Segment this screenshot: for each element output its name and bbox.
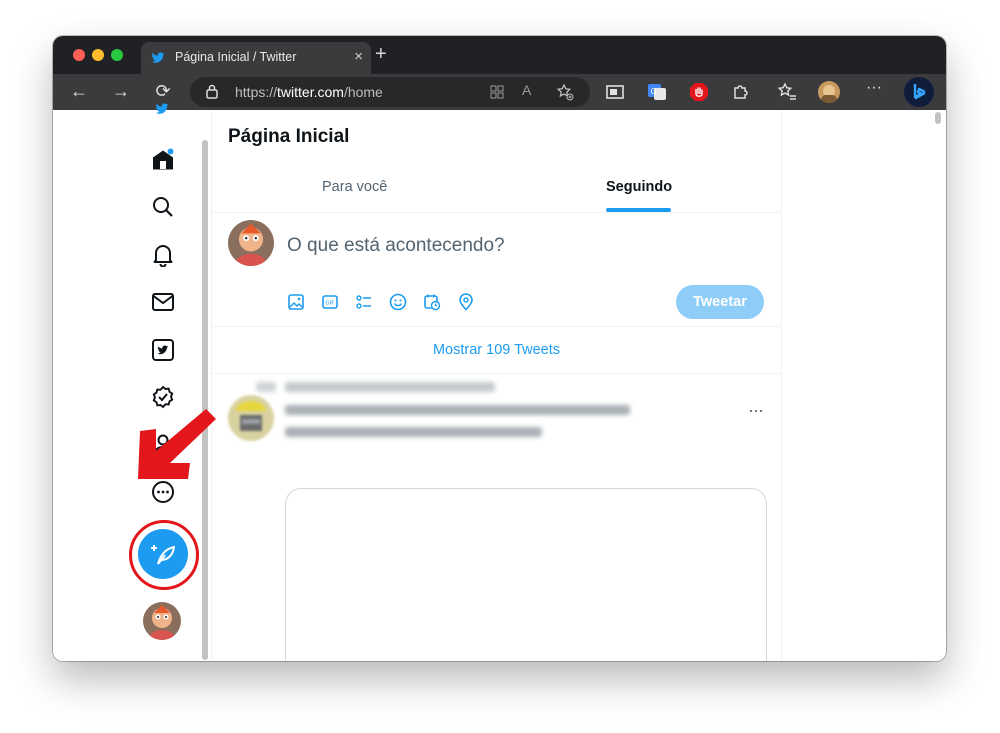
svg-text:G: G <box>651 87 657 96</box>
avatar-image <box>228 220 274 266</box>
tabs-divider <box>212 212 781 213</box>
tweet-media-card[interactable] <box>285 488 767 661</box>
annotation-highlight-circle <box>129 520 199 590</box>
account-avatar[interactable] <box>143 602 181 640</box>
home-icon[interactable] <box>151 148 175 172</box>
main-right-divider <box>781 110 782 661</box>
twitter-page: Página Inicial Para você Seguindo O que … <box>53 103 946 661</box>
browser-tab[interactable]: Página Inicial / Twitter × <box>141 42 371 74</box>
media-icon[interactable] <box>287 293 305 311</box>
profile-avatar[interactable] <box>818 81 840 103</box>
poll-icon[interactable] <box>355 293 373 311</box>
new-tab-button[interactable]: + <box>375 43 387 66</box>
page-scrollbar[interactable] <box>935 112 941 124</box>
favorites-icon[interactable] <box>777 82 797 102</box>
twitter-blue-icon[interactable] <box>151 338 175 362</box>
forward-button[interactable]: → <box>110 81 132 102</box>
tab-for-you[interactable]: Para você <box>322 179 387 195</box>
compose-divider <box>212 326 781 327</box>
picture-in-picture-icon[interactable] <box>605 82 625 102</box>
emoji-icon[interactable] <box>389 293 407 311</box>
notifications-icon[interactable] <box>151 243 175 267</box>
bing-chat-button[interactable] <box>904 77 934 107</box>
location-icon[interactable] <box>457 293 475 311</box>
compose-input[interactable]: O que está acontecendo? <box>287 235 505 257</box>
sidebar-nav <box>53 103 211 661</box>
schedule-icon[interactable] <box>423 293 441 311</box>
minimize-window-button[interactable] <box>92 49 104 61</box>
tweet-more-icon[interactable]: ··· <box>748 400 764 421</box>
browser-toolbar: ← → ⟳ https://twitter.com/home A G ··· <box>53 74 946 110</box>
tab-following[interactable]: Seguindo <box>606 179 672 195</box>
explore-icon[interactable] <box>151 195 175 219</box>
blurred-retweet-text <box>256 382 276 392</box>
avatar-image <box>228 395 274 441</box>
settings-more-icon[interactable]: ··· <box>863 79 885 97</box>
maximize-window-button[interactable] <box>111 49 123 61</box>
browser-window: Página Inicial / Twitter × + ← → ⟳ https… <box>53 36 946 661</box>
tab-title: Página Inicial / Twitter <box>175 50 297 64</box>
read-aloud-icon[interactable]: A <box>522 82 531 98</box>
show-tweets-divider <box>212 373 781 374</box>
messages-icon[interactable] <box>151 290 175 314</box>
blurred-tweet-author <box>285 405 630 415</box>
app-grid-icon[interactable] <box>490 85 504 99</box>
close-tab-icon[interactable]: × <box>354 48 363 65</box>
add-favorite-icon[interactable] <box>556 83 574 101</box>
more-icon[interactable] <box>151 480 175 504</box>
tweet-button[interactable]: Tweetar <box>676 285 764 319</box>
google-translate-icon[interactable]: G <box>647 82 667 102</box>
bing-icon <box>913 84 926 100</box>
twitter-bird-icon <box>151 52 165 63</box>
tweet-author-avatar[interactable] <box>228 395 274 441</box>
extensions-puzzle-icon[interactable] <box>731 82 751 102</box>
annotation-arrow <box>138 409 216 479</box>
show-new-tweets-link[interactable]: Mostrar 109 Tweets <box>212 342 781 358</box>
tab-strip: Página Inicial / Twitter × + <box>53 36 946 74</box>
address-bar[interactable]: https://twitter.com/home A <box>190 77 590 107</box>
sidebar-scrollbar[interactable] <box>202 140 208 660</box>
reload-button[interactable]: ⟳ <box>152 81 174 102</box>
svg-text:GIF: GIF <box>325 301 334 307</box>
twitter-logo-icon[interactable] <box>150 102 174 116</box>
back-button[interactable]: ← <box>68 81 90 102</box>
avatar-image <box>143 602 181 640</box>
lock-icon[interactable] <box>206 84 218 99</box>
stop-hand-extension-icon[interactable] <box>689 82 709 102</box>
timeline-column: Página Inicial Para você Seguindo O que … <box>212 110 781 661</box>
compose-avatar[interactable] <box>228 220 274 266</box>
close-window-button[interactable] <box>73 49 85 61</box>
blurred-retweet-text <box>285 382 495 392</box>
url-text[interactable]: https://twitter.com/home <box>235 84 383 100</box>
blurred-tweet-text <box>285 427 542 437</box>
page-title: Página Inicial <box>228 126 350 147</box>
gif-icon[interactable]: GIF <box>321 293 339 311</box>
